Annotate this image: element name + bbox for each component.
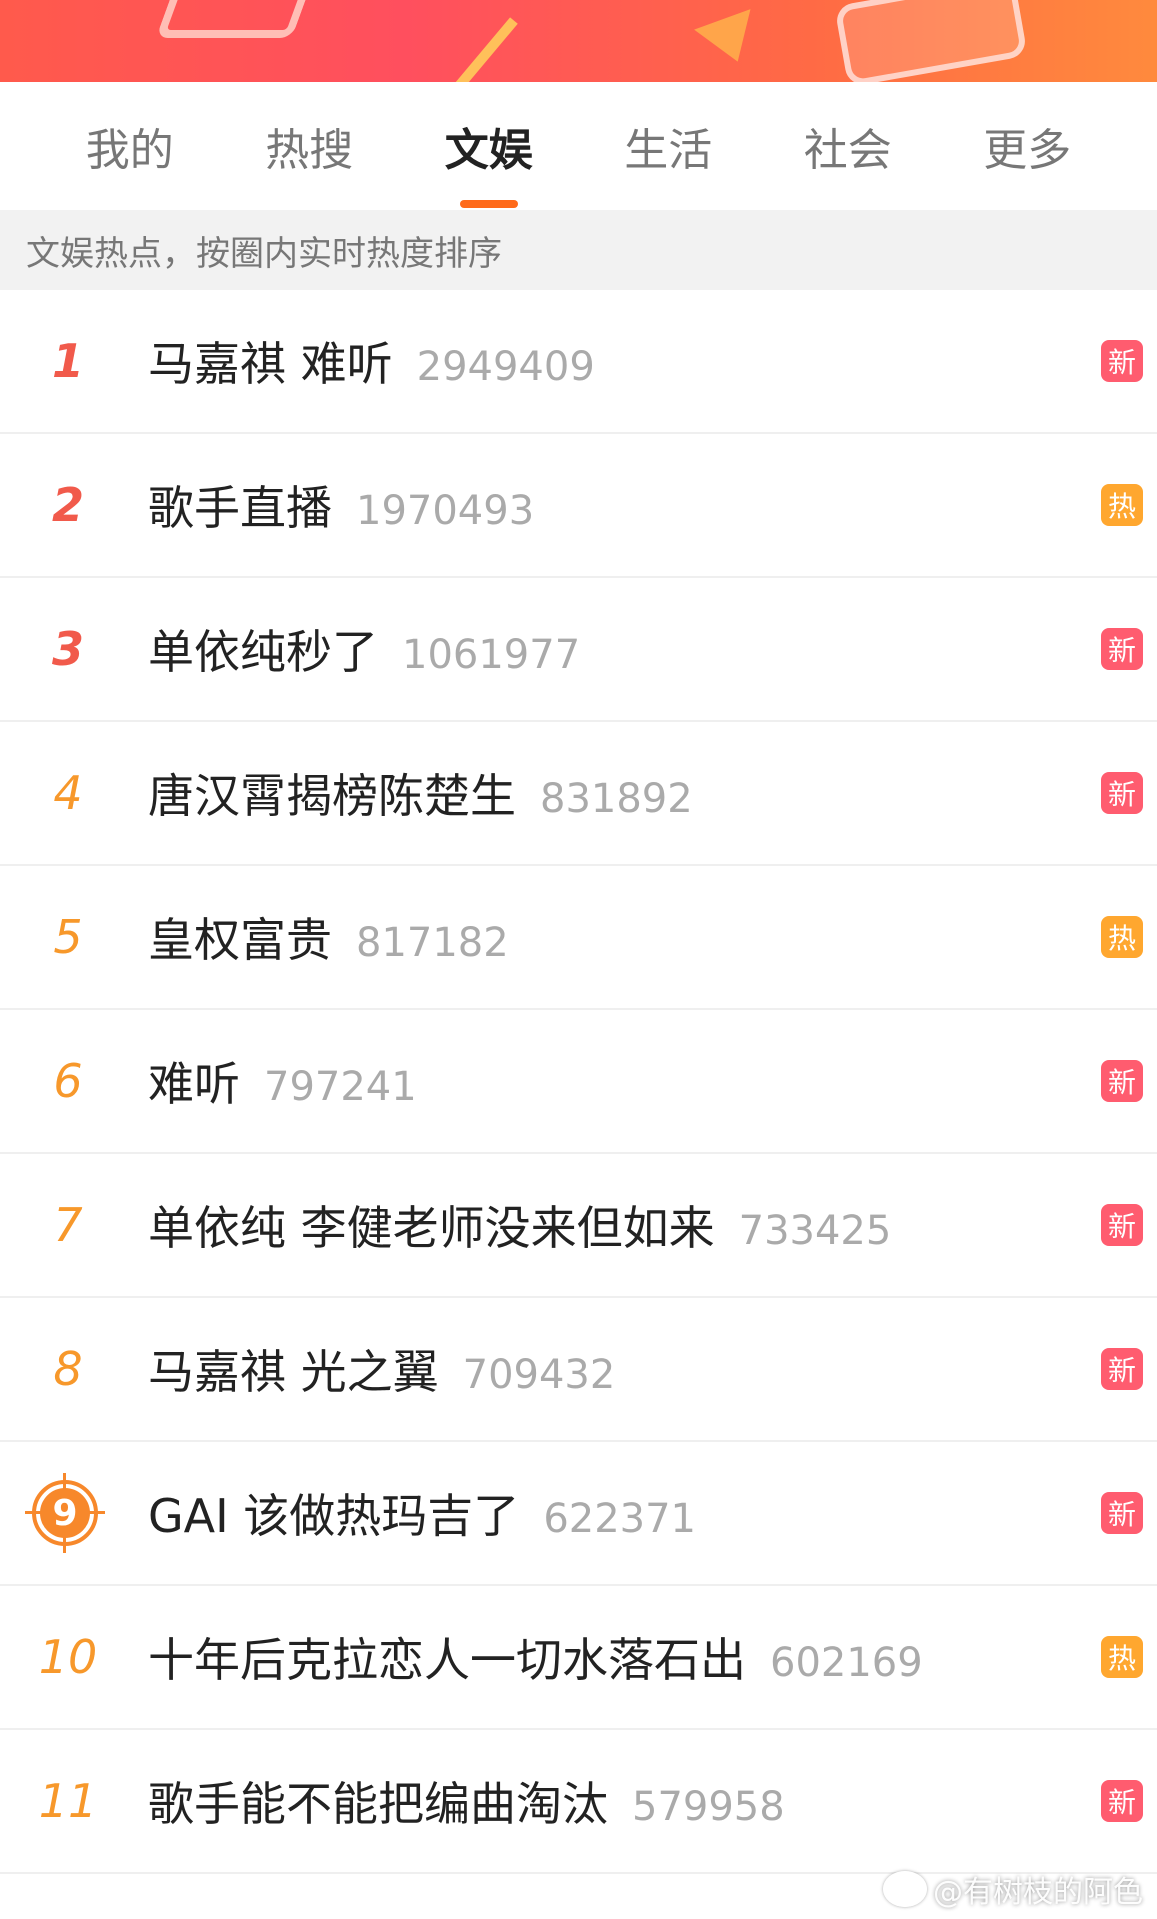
tab-mine[interactable]: 我的 (78, 104, 182, 188)
weibo-icon (883, 1871, 927, 1907)
top-banner (0, 0, 1157, 82)
hot-badge: 热 (1101, 484, 1143, 526)
list-item[interactable]: 6 难听 797241 新 (0, 1010, 1157, 1154)
list-item[interactable]: 9 GAI 该做热玛吉了 622371 新 (0, 1442, 1157, 1586)
rank-number: 4 (53, 766, 83, 820)
new-badge: 新 (1101, 1348, 1143, 1390)
tab-hot-search[interactable]: 热搜 (257, 104, 361, 188)
rank-number: 7 (53, 1198, 83, 1252)
heat-count: 831892 (540, 776, 693, 822)
list-item[interactable]: 1 马嘉祺 难听 2949409 新 (0, 290, 1157, 434)
heat-count: 797241 (264, 1064, 417, 1110)
item-title: 马嘉祺 光之翼 709432 (148, 1345, 616, 1399)
heat-count: 709432 (462, 1352, 616, 1398)
rank-number: 9 (40, 1488, 90, 1538)
banner-decoration (694, 9, 766, 72)
category-tabs: 我的 热搜 文娱 生活 社会 更多 (0, 82, 1157, 210)
item-title: 唐汉霄揭榜陈楚生 831892 (148, 769, 693, 823)
heat-count: 622371 (543, 1496, 697, 1542)
banner-decoration (155, 0, 321, 38)
hot-list: 1 马嘉祺 难听 2949409 新 2 歌手直播 1970493 热 3 单依纯秒… (0, 290, 1157, 1874)
item-title: 单依纯秒了 1061977 (148, 625, 581, 679)
list-item[interactable]: 3 单依纯秒了 1061977 新 (0, 578, 1157, 722)
hot-badge: 热 (1101, 1636, 1143, 1678)
rank-number: 8 (53, 1342, 83, 1396)
item-title: 单依纯 李健老师没来但如来 733425 (148, 1201, 892, 1255)
tab-more[interactable]: 更多 (975, 104, 1079, 188)
banner-decoration (452, 17, 518, 82)
heat-count: 1061977 (402, 632, 581, 678)
list-item[interactable]: 5 皇权富贵 817182 热 (0, 866, 1157, 1010)
new-badge: 新 (1101, 1204, 1143, 1246)
medal-ring: 9 (25, 1473, 105, 1553)
list-item[interactable]: 10 十年后克拉恋人一切水落石出 602169 热 (0, 1586, 1157, 1730)
rank-number: 1 (51, 334, 84, 388)
rank-number: 6 (53, 1054, 83, 1108)
heat-count: 817182 (356, 920, 509, 966)
item-title: GAI 该做热玛吉了 622371 (148, 1489, 697, 1543)
new-badge: 新 (1101, 1492, 1143, 1534)
list-item[interactable]: 2 歌手直播 1970493 热 (0, 434, 1157, 578)
heat-count: 733425 (738, 1208, 892, 1254)
new-badge: 新 (1101, 340, 1143, 382)
tab-entertainment[interactable]: 文娱 (437, 104, 541, 208)
heat-count: 579958 (632, 1784, 785, 1830)
heat-count: 602169 (770, 1640, 923, 1686)
new-badge: 新 (1101, 628, 1143, 670)
banner-decoration (834, 0, 1028, 82)
rank-medal-icon: 9 (25, 1473, 105, 1553)
section-description-text: 文娱热点，按圈内实时热度排序 (26, 233, 502, 274)
watermark: @有树枝的阿色 (883, 1867, 1143, 1911)
item-title: 皇权富贵 817182 (148, 913, 509, 967)
list-item[interactable]: 7 单依纯 李健老师没来但如来 733425 新 (0, 1154, 1157, 1298)
item-title: 歌手直播 1970493 (148, 481, 535, 535)
rank-number: 11 (38, 1774, 98, 1828)
tab-life[interactable]: 生活 (616, 104, 720, 188)
rank-number: 10 (38, 1630, 98, 1684)
item-title: 马嘉祺 难听 2949409 (148, 337, 595, 391)
heat-count: 2949409 (416, 344, 595, 390)
item-title: 歌手能不能把编曲淘汰 579958 (148, 1777, 785, 1831)
rank-number: 3 (51, 622, 84, 676)
new-badge: 新 (1101, 772, 1143, 814)
item-title: 十年后克拉恋人一切水落石出 602169 (148, 1633, 923, 1687)
rank-number: 5 (53, 910, 83, 964)
section-description: 文娱热点，按圈内实时热度排序 (0, 210, 1157, 290)
list-item[interactable]: 8 马嘉祺 光之翼 709432 新 (0, 1298, 1157, 1442)
rank-number: 2 (51, 478, 84, 532)
hot-badge: 热 (1101, 916, 1143, 958)
list-item[interactable]: 11 歌手能不能把编曲淘汰 579958 新 (0, 1730, 1157, 1874)
list-item[interactable]: 4 唐汉霄揭榜陈楚生 831892 新 (0, 722, 1157, 866)
new-badge: 新 (1101, 1780, 1143, 1822)
watermark-text: @有树枝的阿色 (933, 1875, 1143, 1910)
active-tab-indicator (459, 200, 518, 208)
tab-society[interactable]: 社会 (796, 104, 900, 188)
item-title: 难听 797241 (148, 1057, 417, 1111)
heat-count: 1970493 (356, 488, 535, 534)
new-badge: 新 (1101, 1060, 1143, 1102)
